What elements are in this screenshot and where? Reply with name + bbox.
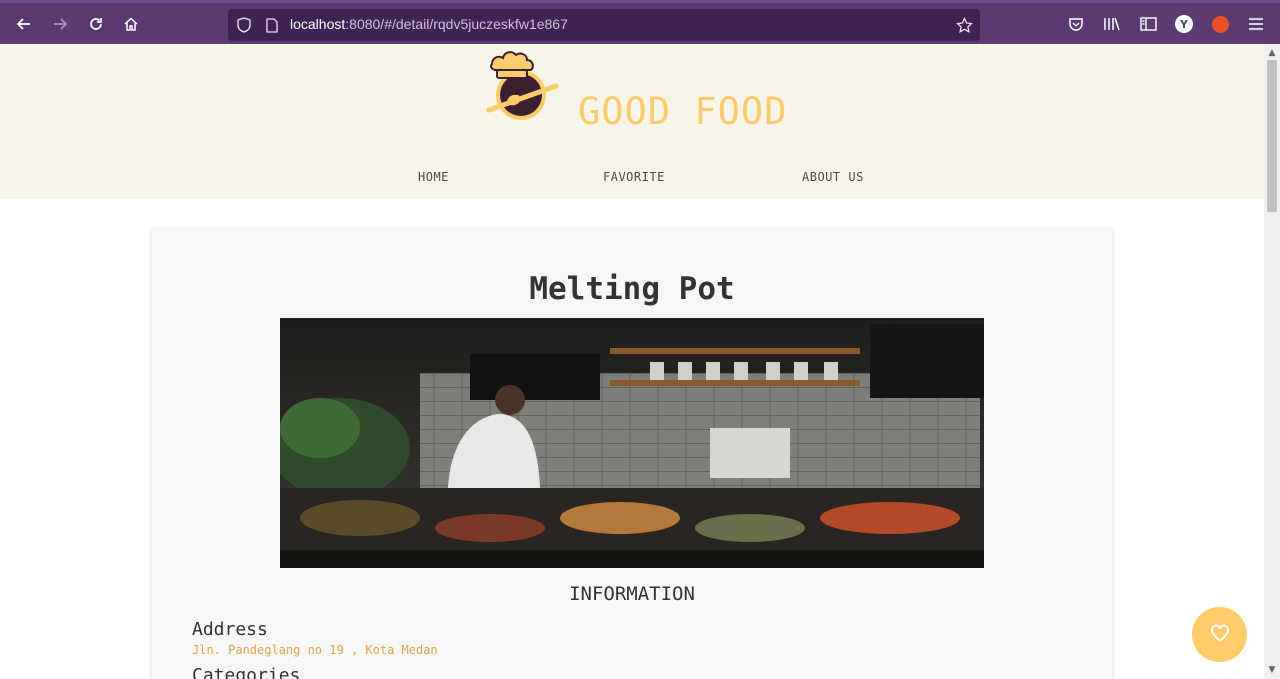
site-header: GOOD FOOD HOME FAVORITE ABOUT US <box>0 44 1264 199</box>
scroll-down-icon[interactable]: ▼ <box>1264 663 1280 677</box>
address-bar[interactable]: localhost:8080/#/detail/rqdv5juczeskfw1e… <box>228 9 980 41</box>
page-scrollbar[interactable]: ▲ ▼ <box>1264 44 1280 679</box>
brand-title: GOOD FOOD <box>578 90 788 133</box>
nav-favorite[interactable]: FAVORITE <box>603 170 665 184</box>
page-viewport: GOOD FOOD HOME FAVORITE ABOUT US Melting… <box>0 44 1264 679</box>
restaurant-name: Melting Pot <box>529 271 735 307</box>
extension-badge <box>1211 15 1229 33</box>
extension-icon[interactable] <box>1207 11 1233 37</box>
scroll-up-icon[interactable]: ▲ <box>1264 46 1280 60</box>
page-icon[interactable] <box>262 15 282 35</box>
categories-label: Categories <box>192 665 301 679</box>
forward-arrow-icon[interactable] <box>47 11 73 37</box>
menu-icon[interactable] <box>1243 11 1269 37</box>
nav-home[interactable]: HOME <box>418 170 449 184</box>
url-host: localhost <box>290 16 346 32</box>
address-label: Address <box>192 619 268 640</box>
url-text: localhost:8080/#/detail/rqdv5juczeskfw1e… <box>290 16 568 32</box>
heart-icon <box>1210 624 1230 646</box>
address-value: Jln. Pandeglang no 19 , Kota Medan <box>192 643 438 657</box>
scroll-thumb[interactable] <box>1267 60 1277 212</box>
reload-icon[interactable] <box>83 11 109 37</box>
chef-logo[interactable] <box>484 48 560 126</box>
restaurant-image <box>270 318 984 568</box>
favorite-button[interactable] <box>1192 607 1247 662</box>
nav-about-us[interactable]: ABOUT US <box>802 170 864 184</box>
browser-toolbar: localhost:8080/#/detail/rqdv5juczeskfw1e… <box>0 0 1280 44</box>
information-heading: INFORMATION <box>569 583 695 605</box>
home-icon[interactable] <box>118 11 144 37</box>
restaurant-detail-card: Melting Pot INFORMATION Address Jln. Pan… <box>152 229 1112 679</box>
library-icon[interactable] <box>1099 11 1125 37</box>
url-path: :8080/#/detail/rqdv5juczeskfw1e867 <box>345 16 568 32</box>
pocket-icon[interactable] <box>1063 11 1089 37</box>
profile-icon[interactable]: Y <box>1171 11 1197 37</box>
star-icon[interactable] <box>954 15 974 35</box>
shield-icon[interactable] <box>234 15 254 35</box>
profile-initial: Y <box>1175 15 1193 33</box>
back-arrow-icon[interactable] <box>11 11 37 37</box>
sidebar-icon[interactable] <box>1135 11 1161 37</box>
